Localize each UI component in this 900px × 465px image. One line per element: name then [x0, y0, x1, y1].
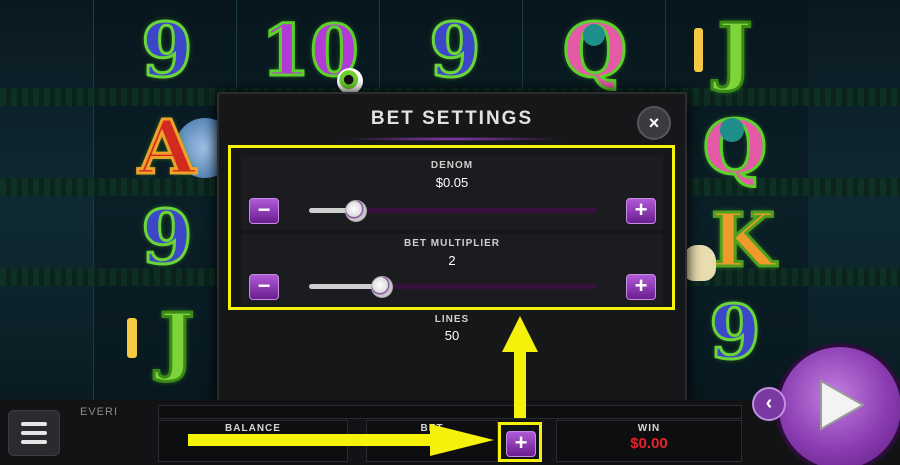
spin-button[interactable]	[775, 343, 900, 465]
arrow-horizontal-shaft	[188, 434, 430, 446]
game-stage: 9 A 9 J 10 9 Q J Q K 9 BET SETTINGS × DE…	[0, 0, 900, 465]
play-icon	[820, 379, 866, 431]
arrow-right-head	[430, 424, 494, 456]
arrow-vertical-shaft	[514, 350, 526, 418]
arrow-up-head	[502, 316, 538, 352]
chevron-left-icon[interactable]: ‹	[752, 387, 786, 421]
